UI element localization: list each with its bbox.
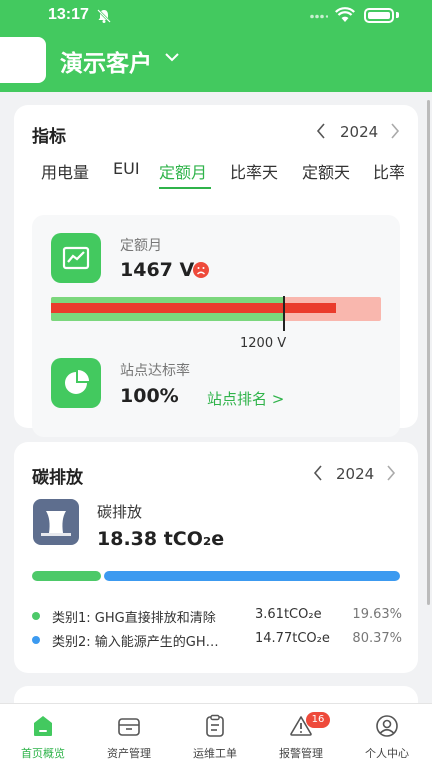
quota-actual-fill (51, 303, 336, 313)
site-rate-label: 站点达标率 (120, 363, 190, 379)
legend-category-amount: 3.61tCO₂e (255, 607, 322, 622)
carbon-share-bar-scope2 (104, 571, 400, 581)
site-ranking-link[interactable]: 站点排名 > (207, 388, 284, 409)
scrollbar[interactable] (427, 100, 430, 605)
legend-category-percent: 80.37% (352, 631, 402, 646)
chevron-right-icon[interactable] (390, 123, 400, 139)
nav-label: 报警管理 (279, 747, 323, 760)
chevron-left-icon[interactable] (316, 123, 326, 139)
status-bar: 13:17 (0, 0, 432, 32)
clipboard-icon (206, 714, 224, 737)
user-icon (376, 715, 398, 737)
home-icon (34, 716, 52, 736)
chevron-left-icon[interactable] (313, 465, 323, 481)
legend-dot-green (32, 612, 40, 620)
target-marker (283, 296, 285, 331)
tab-daily-quota[interactable]: 定额天 (302, 159, 350, 183)
legend-category-amount: 14.77tCO₂e (255, 631, 330, 646)
quota-value: 1467 V (120, 259, 195, 281)
indicator-tabs: 用电量 EUI 定额月 比率天 定额天 比率 (14, 153, 404, 189)
cellular-signal-icon (310, 14, 328, 19)
legend-category-percent: 19.63% (352, 607, 402, 622)
alarm-count-badge: 16 (306, 712, 330, 728)
bell-muted-icon (97, 9, 111, 23)
carbon-year: 2024 (336, 465, 375, 483)
trend-chart-icon (51, 233, 101, 283)
indicators-title: 指标 (32, 127, 66, 147)
bottom-nav: 首页概览 资产管理 运维工单 16 报警管理 个人中心 (0, 703, 432, 768)
battery-tip (396, 12, 399, 18)
carbon-legend-row: 类别1: GHG直接排放和清除 3.61tCO₂e 19.63% (32, 607, 402, 626)
carbon-metric-value: 18.38 tCO₂e (97, 528, 225, 550)
nav-label: 个人中心 (365, 747, 409, 760)
customer-logo[interactable] (0, 37, 46, 83)
nav-label: 首页概览 (21, 747, 65, 760)
app-header: 13:17 演示客户 (0, 0, 432, 92)
tab-ratio[interactable]: 比率 (373, 159, 404, 183)
carbon-metric-label: 碳排放 (97, 503, 143, 521)
status-time: 13:17 (48, 6, 89, 23)
tab-daily-ratio[interactable]: 比率天 (230, 159, 278, 183)
tab-electricity[interactable]: 用电量 (41, 159, 89, 183)
sad-face-icon (193, 262, 209, 278)
chevron-down-icon[interactable] (165, 52, 179, 62)
nav-alarms[interactable]: 16 报警管理 (258, 704, 344, 768)
nav-label: 资产管理 (107, 747, 151, 760)
carbon-card: 碳排放 2024 碳排放 18.38 tCO₂e 类别1: GHG直接排放和清除… (14, 442, 418, 673)
nav-home[interactable]: 首页概览 (0, 704, 86, 768)
carbon-share-bar-scope1 (32, 571, 101, 581)
customer-selector[interactable]: 演示客户 (60, 44, 152, 78)
pie-chart-icon (51, 358, 101, 408)
tab-eui[interactable]: EUI (113, 159, 140, 178)
indicators-year: 2024 (340, 123, 379, 141)
wifi-icon (335, 7, 355, 22)
nav-assets[interactable]: 资产管理 (86, 704, 172, 768)
battery-icon (364, 8, 394, 23)
carbon-title: 碳排放 (32, 468, 83, 488)
tab-monthly-quota[interactable]: 定额月 (159, 159, 207, 183)
legend-dot-blue (32, 636, 40, 644)
nav-label: 运维工单 (193, 747, 237, 760)
legend-category-name: 类别2: 输入能源产生的GH… (52, 635, 219, 650)
legend-category-name: 类别1: GHG直接排放和清除 (52, 611, 216, 626)
asset-box-icon (118, 718, 140, 736)
active-tab-indicator (159, 187, 211, 189)
carbon-legend-row: 类别2: 输入能源产生的GH… 14.77tCO₂e 80.37% (32, 631, 402, 650)
nav-profile[interactable]: 个人中心 (344, 704, 430, 768)
nav-work-orders[interactable]: 运维工单 (172, 704, 258, 768)
target-label: 1200 V (240, 336, 287, 351)
chevron-right-icon[interactable] (386, 465, 396, 481)
factory-chimney-icon (33, 499, 79, 545)
site-rate-value: 100% (120, 385, 179, 407)
quota-label: 定额月 (120, 238, 162, 254)
